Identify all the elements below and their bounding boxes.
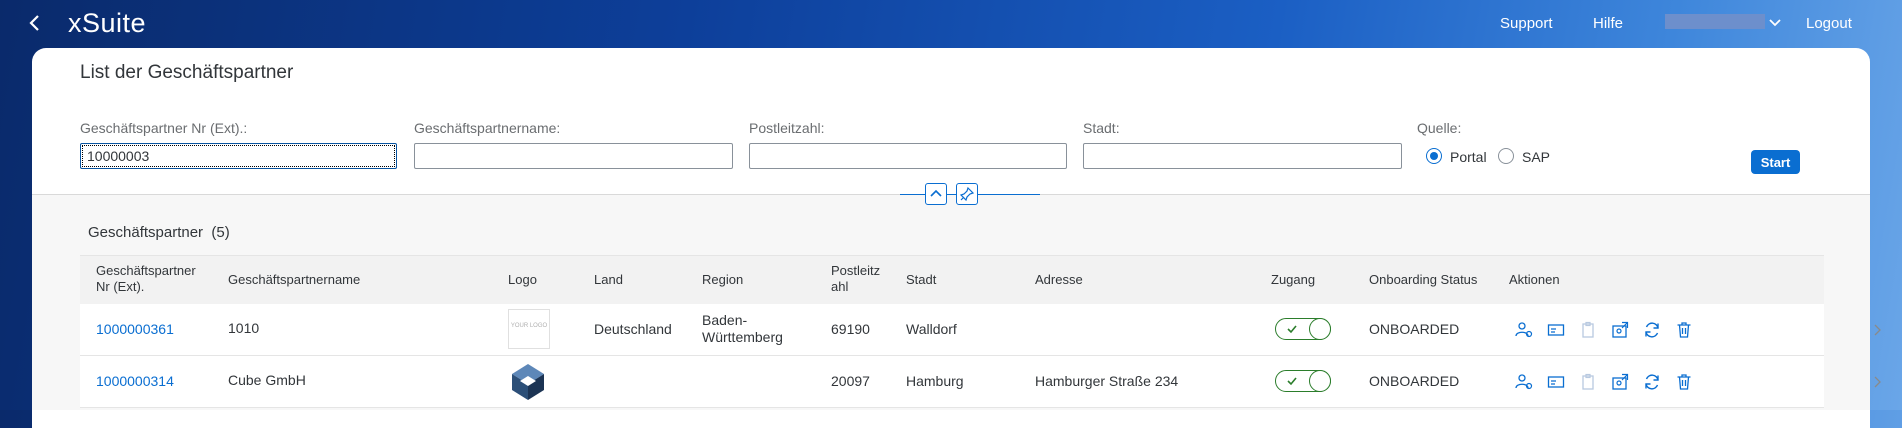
table-title-text: Geschäftspartner [88,224,204,241]
chevron-left-icon [29,15,39,31]
user-settings-icon[interactable] [1515,373,1533,391]
chevron-down-icon[interactable] [1768,16,1782,30]
logout-link[interactable]: Logout [1806,15,1852,32]
quelle-sap-radio[interactable] [1498,148,1514,164]
start-button[interactable]: Start [1751,150,1800,174]
col-header-land[interactable]: Land [594,272,623,288]
contact-export-icon[interactable] [1611,321,1629,339]
toggle-knob [1309,370,1331,392]
clipboard-icon [1579,321,1597,339]
col-header-plz[interactable]: Postleitz ahl [831,263,880,295]
plz-cell: 20097 [831,373,870,389]
clipboard-icon [1579,373,1597,391]
partner-name-cell: 1010 [228,320,260,336]
partner-nr-link[interactable]: 1000000314 [96,373,174,390]
col-header-status[interactable]: Onboarding Status [1369,272,1477,288]
collapse-header-button[interactable] [925,183,947,205]
table-count: (5) [211,224,230,241]
onboarding-status: ONBOARDED [1369,321,1460,337]
table-row[interactable]: 1000000361 1010 YOUR LOGO Deutschland Ba… [80,304,1881,356]
toggle-knob [1309,318,1331,340]
quelle-label: Quelle: [1417,120,1462,136]
adresse-cell: Hamburger Straße 234 [1035,373,1179,389]
delete-icon[interactable] [1675,373,1693,391]
partner-name-input[interactable] [414,143,733,169]
col-header-plz-line2: ahl [831,279,849,294]
col-header-aktionen: Aktionen [1509,272,1560,287]
table-row[interactable]: 1000000314 Cube GmbH 20097 Hamburg Hambu… [80,356,1881,408]
hilfe-link[interactable]: Hilfe [1593,15,1623,32]
id-card-icon[interactable] [1547,373,1565,391]
quelle-sap-label[interactable]: SAP [1522,149,1550,165]
col-header-nr[interactable]: Geschäftspartner Nr (Ext). [96,263,196,295]
partner-nr-link[interactable]: 1000000361 [96,321,174,338]
stadt-input[interactable] [1083,143,1402,169]
onboarding-status: ONBOARDED [1369,373,1460,389]
refresh-icon[interactable] [1643,321,1661,339]
chevron-right-icon[interactable] [1872,324,1882,336]
land-cell: Deutschland [594,321,672,337]
col-header-name[interactable]: Geschäftspartnername [228,272,360,288]
shell-bar: xSuite Support Hilfe Logout [0,0,1902,48]
quelle-portal-radio[interactable] [1426,148,1442,164]
col-header-nr-line2: Nr (Ext). [96,279,145,294]
contact-export-icon[interactable] [1611,373,1629,391]
delete-icon[interactable] [1675,321,1693,339]
plz-cell: 69190 [831,321,870,337]
partner-name-label: Geschäftspartnername: [414,120,561,136]
stadt-label: Stadt: [1083,120,1120,136]
chevron-right-icon[interactable] [1872,376,1882,388]
plz-input[interactable] [749,143,1067,169]
stadt-cell: Walldorf [906,321,957,337]
col-header-zugang[interactable]: Zugang [1271,272,1315,288]
partner-nr-label: Geschäftspartner Nr (Ext).: [80,120,248,136]
support-link[interactable]: Support [1500,15,1553,32]
user-settings-icon[interactable] [1515,321,1533,339]
chevron-up-icon [930,189,942,197]
partner-name-cell: Cube GmbH [228,372,306,388]
col-header-plz-line1: Postleitz [831,263,881,278]
partner-nr-input[interactable] [80,143,397,169]
zugang-toggle[interactable] [1275,370,1331,392]
check-icon [1287,325,1297,334]
app-brand: xSuite [68,8,147,38]
region-line2: Württemberg [702,329,783,345]
zugang-toggle[interactable] [1275,318,1331,340]
id-card-icon[interactable] [1547,321,1565,339]
col-header-stadt[interactable]: Stadt [906,272,936,288]
table-header: Geschäftspartner Nr (Ext). Geschäftspart… [80,255,1824,305]
refresh-icon[interactable] [1643,373,1661,391]
back-button[interactable] [26,10,46,36]
stadt-cell: Hamburg [906,373,964,389]
pin-header-button[interactable] [956,183,978,205]
table-title: Geschäftspartner (5) [88,224,230,241]
page-title: List der Geschäftspartner [80,62,294,83]
col-header-region[interactable]: Region [702,272,743,288]
col-header-logo[interactable]: Logo [508,272,537,288]
col-header-nr-line1: Geschäftspartner [96,263,196,278]
region-line1: Baden- [702,312,748,328]
partner-logo: YOUR LOGO [508,309,550,349]
region-cell: Baden- Württemberg [702,312,783,346]
pin-icon [959,186,975,202]
check-icon [1287,377,1297,386]
cube-logo-image [508,362,548,402]
plz-label: Postleitzahl: [749,120,825,136]
user-menu[interactable] [1665,14,1765,29]
quelle-portal-label[interactable]: Portal [1450,149,1487,165]
col-header-adresse[interactable]: Adresse [1035,272,1083,288]
